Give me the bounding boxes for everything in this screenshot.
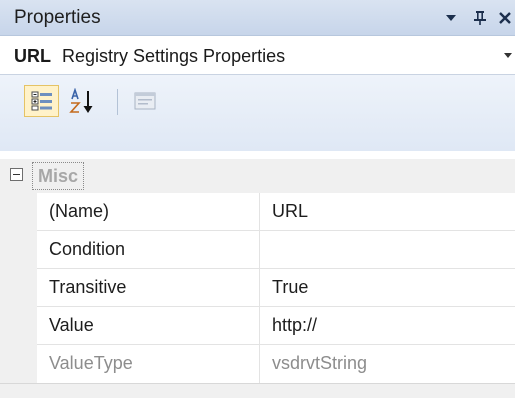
toolbar-separator [117,89,118,115]
property-name: (Name) [49,201,110,221]
property-row-transitive[interactable]: Transitive True [37,269,515,307]
property-name: Condition [49,239,126,259]
object-type: Registry Settings Properties [62,46,286,66]
grid-left-margin [0,193,37,383]
pin-icon [474,11,486,25]
close-button[interactable] [495,0,515,36]
property-row-name[interactable]: (Name) URL [37,193,515,231]
property-grid: Misc (Name) URL Condition Transitive Tru… [0,151,515,383]
object-selector[interactable]: URL Registry Settings Properties [0,37,515,75]
properties-title-bar: Properties [0,0,515,36]
panel-title: Properties [14,7,101,28]
collapse-toggle-icon[interactable] [10,168,23,181]
alphabetical-sort-button[interactable] [64,85,104,117]
property-pages-icon [134,92,156,110]
window-position-dropdown-button[interactable] [437,0,465,36]
property-value[interactable]: http:// [272,307,317,344]
property-name: ValueType [49,353,133,373]
object-selector-dropdown-button[interactable] [501,46,515,66]
chevron-down-icon [504,53,512,58]
property-name: Transitive [49,277,127,297]
property-pages-button[interactable] [129,85,163,117]
property-row-valuetype[interactable]: ValueType vsdrvtString [37,345,515,383]
categorized-button[interactable] [24,85,59,117]
categorized-icon [31,91,52,111]
category-label: Misc [32,162,85,190]
chevron-down-icon [446,15,456,21]
property-value[interactable]: URL [272,193,308,230]
description-area-edge [0,383,515,398]
property-name: Value [49,315,94,335]
object-name: URL [14,46,51,66]
alphabetical-sort-icon [69,88,93,113]
property-row-value[interactable]: Value http:// [37,307,515,345]
property-value: vsdrvtString [272,353,368,373]
category-row-misc[interactable]: Misc [0,159,515,193]
property-row-condition[interactable]: Condition [37,231,515,269]
close-icon [499,12,511,24]
auto-hide-pin-button[interactable] [465,0,495,36]
properties-toolbar [0,75,515,151]
property-value[interactable]: True [272,269,308,306]
